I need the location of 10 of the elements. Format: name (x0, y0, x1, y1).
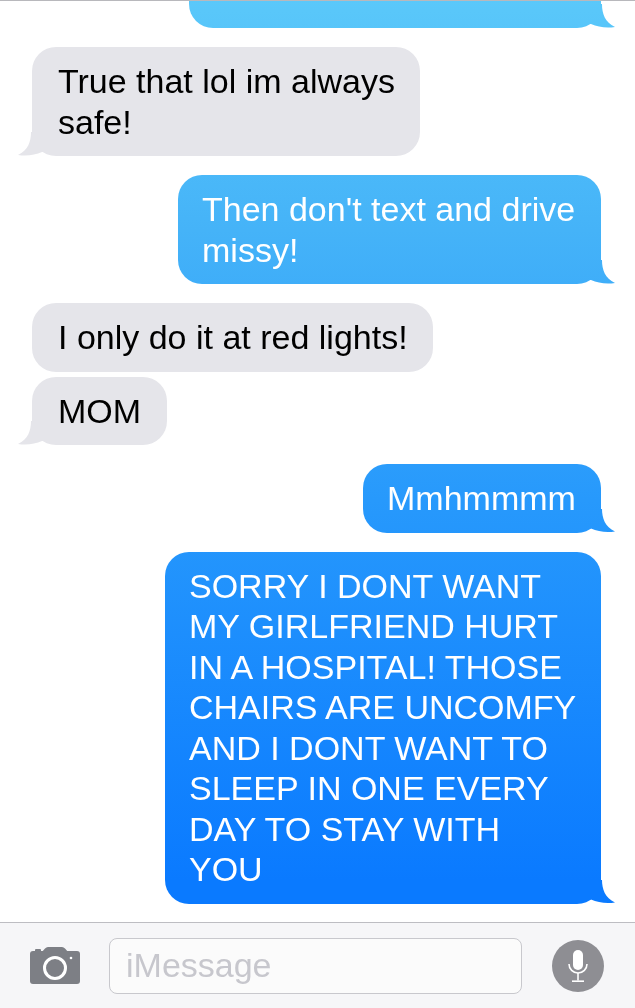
camera-icon (30, 947, 80, 984)
sent-message-bubble: SORRY I DONT WANT MY GIRLFRIEND HURT IN A HOSPITAL! THOSE CHAIRS ARE UNCOMFY AND I DONT WANT TO SLEEP IN ONE EVERY DAY TO STAY WITH YOU (165, 551, 601, 904)
received-message-bubble: MOM (32, 376, 167, 445)
received-message-bubble: True that lol im always safe! (32, 47, 420, 156)
sent-message-bubble: Then don't text and drive missy! (178, 175, 601, 284)
received-message-bubble: I only do it at red lights! (32, 303, 433, 372)
microphone-button[interactable] (552, 939, 604, 992)
sent-message-bubble: Mmhmmmm (363, 464, 601, 533)
microphone-icon (568, 949, 588, 982)
camera-button[interactable] (30, 947, 80, 984)
